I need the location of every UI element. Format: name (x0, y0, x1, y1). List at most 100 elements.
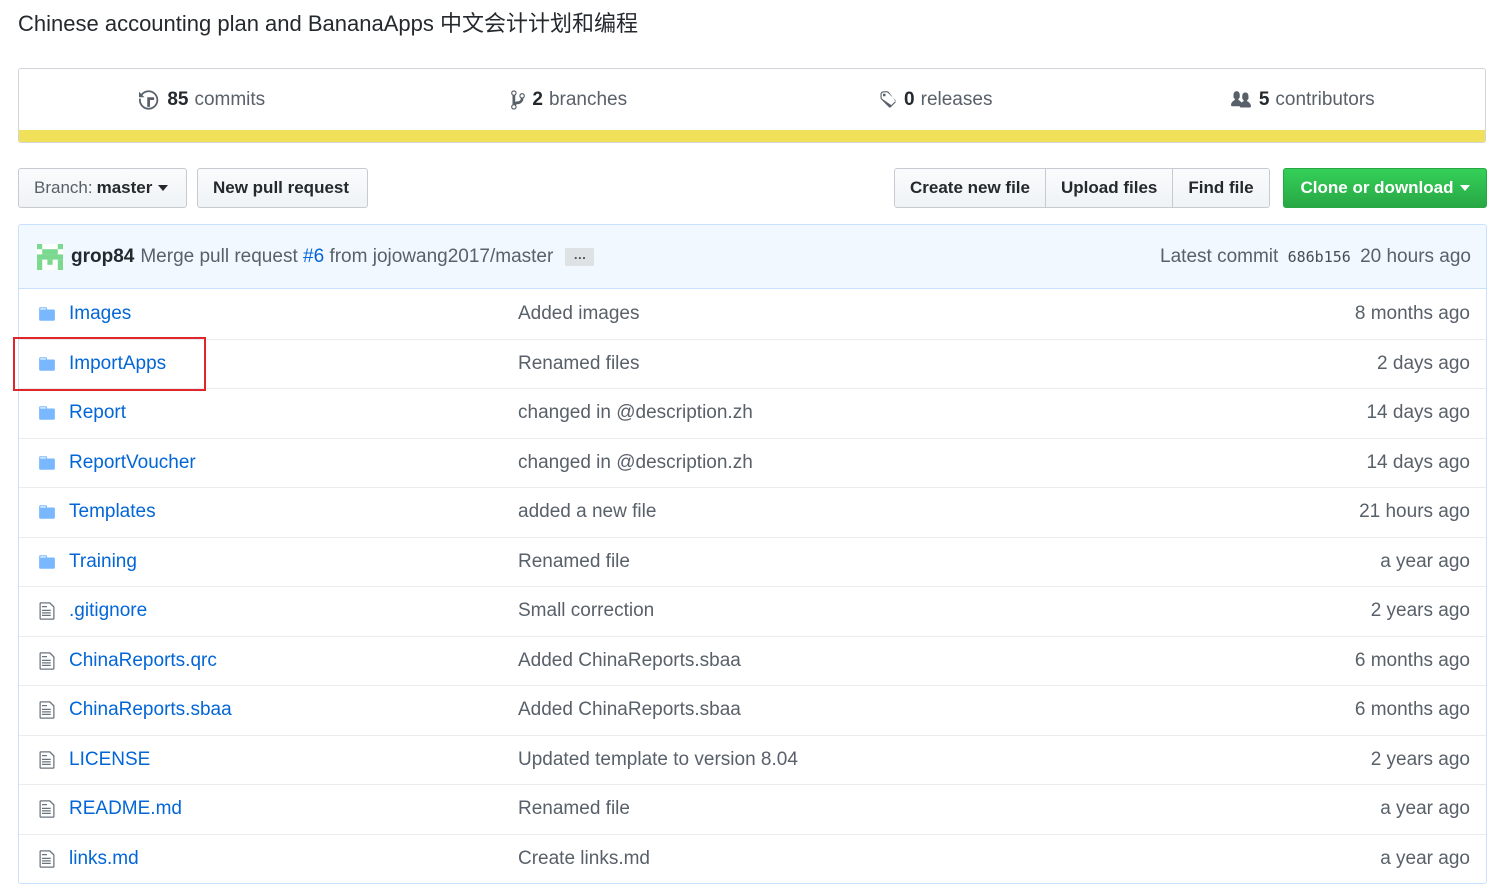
file-commit-message[interactable]: Added images (518, 303, 1250, 325)
chevron-down-icon (158, 185, 169, 191)
file-row: links.md Create links.md a year ago (19, 833, 1486, 884)
expand-commit-message-button[interactable]: … (565, 247, 595, 266)
clone-or-download-label: Clone or download (1300, 178, 1454, 197)
file-icon (19, 849, 69, 869)
file-name-link[interactable]: Report (69, 402, 518, 424)
file-row: ChinaReports.qrc Added ChinaReports.sbaa 6… (19, 635, 1486, 686)
file-commit-message[interactable]: Renamed files (518, 353, 1250, 375)
commit-sha-link[interactable]: 686b156 (1288, 248, 1351, 266)
tag-icon (880, 91, 896, 108)
history-icon (139, 90, 159, 110)
file-list: Images Added images 8 months ago ImportApp… (19, 289, 1486, 883)
releases-count: 0 (904, 89, 915, 110)
file-name-link[interactable]: ChinaReports.qrc (69, 650, 518, 672)
chevron-down-icon (1459, 185, 1470, 191)
file-row: README.md Renamed file a year ago (19, 784, 1486, 834)
file-row: ReportVoucher changed in @description.zh 1… (19, 437, 1486, 488)
commit-author-link[interactable]: grop84 (71, 246, 134, 268)
pull-request-link[interactable]: #6 (303, 246, 324, 267)
folder-icon (19, 404, 69, 422)
file-commit-message[interactable]: added a new file (518, 501, 1250, 523)
file-age: a year ago (1380, 847, 1470, 869)
contributors-link[interactable]: 5 contributors (1119, 69, 1486, 131)
branch-icon (511, 90, 526, 110)
file-name-link[interactable]: Images (69, 303, 518, 325)
file-commit-message[interactable]: Create links.md (518, 848, 1250, 870)
people-icon (1230, 91, 1251, 108)
commits-label: commits (194, 89, 266, 110)
file-commit-message[interactable]: changed in @description.zh (518, 402, 1250, 424)
file-row: ImportApps Renamed files 2 days ago (19, 338, 1486, 389)
find-file-button[interactable]: Find file (1173, 169, 1269, 207)
file-name-link[interactable]: README.md (69, 798, 518, 820)
file-age: a year ago (1380, 798, 1470, 820)
file-age: 21 hours ago (1359, 501, 1470, 523)
file-name-link[interactable]: links.md (69, 848, 518, 870)
branches-link[interactable]: 2 branches (386, 69, 753, 131)
file-commit-message[interactable]: Renamed file (518, 551, 1250, 573)
file-commit-message[interactable]: Small correction (518, 600, 1250, 622)
upload-files-button[interactable]: Upload files (1046, 169, 1174, 207)
file-row: ChinaReports.sbaa Added ChinaReports.sbaa… (19, 685, 1486, 735)
file-navigation-table: grop84 Merge pull request #6 from jojowa… (18, 224, 1487, 884)
file-age: 2 years ago (1370, 600, 1470, 622)
file-age: 2 years ago (1370, 748, 1470, 770)
commit-message-prefix[interactable]: Merge pull request (140, 246, 297, 267)
file-commit-message[interactable]: changed in @description.zh (518, 452, 1250, 474)
commit-age: 20 hours ago (1360, 245, 1471, 267)
folder-icon (19, 305, 69, 323)
file-commit-message[interactable]: Added ChinaReports.sbaa (518, 699, 1250, 721)
contributors-label: contributors (1275, 89, 1375, 110)
file-age: 14 days ago (1366, 451, 1470, 473)
file-actions-group: Create new file Upload files Find file (894, 168, 1270, 208)
file-age: 8 months ago (1354, 302, 1470, 324)
file-icon (19, 601, 69, 621)
branch-select-button[interactable]: Branch: master (18, 168, 187, 208)
file-row: .gitignore Small correction 2 years ago (19, 586, 1486, 636)
folder-icon (19, 553, 69, 571)
commits-link[interactable]: 85 commits (19, 69, 386, 131)
commit-message-suffix[interactable]: from jojowang2017/master (329, 246, 553, 267)
file-row: Report changed in @description.zh 14 days … (19, 388, 1486, 438)
commits-count: 85 (167, 89, 189, 110)
file-icon (19, 651, 69, 671)
file-commit-message[interactable]: Renamed file (518, 798, 1250, 820)
file-age: 14 days ago (1366, 402, 1470, 424)
file-commit-message[interactable]: Updated template to version 8.04 (518, 749, 1250, 771)
branches-label: branches (548, 89, 628, 110)
latest-commit-info: Latest commit 686b156 20 hours ago (1160, 246, 1471, 268)
folder-icon (19, 355, 69, 373)
branches-count: 2 (532, 89, 543, 110)
file-age: 2 days ago (1377, 352, 1470, 374)
repo-summary: 85 commits 2 branches 0 releases 5 contr… (18, 68, 1486, 143)
clone-or-download-button[interactable]: Clone or download (1283, 168, 1487, 208)
file-icon (19, 799, 69, 819)
file-name-link[interactable]: Training (69, 551, 518, 573)
avatar[interactable] (37, 243, 63, 270)
file-name-link[interactable]: ImportApps (69, 353, 518, 375)
file-age: 6 months ago (1354, 649, 1470, 671)
file-name-link[interactable]: LICENSE (69, 749, 518, 771)
file-age: a year ago (1380, 550, 1470, 572)
file-row: LICENSE Updated template to version 8.04 2… (19, 734, 1486, 785)
contributors-count: 5 (1258, 89, 1270, 110)
file-icon (19, 750, 69, 770)
create-new-file-button[interactable]: Create new file (895, 169, 1046, 207)
file-name-link[interactable]: ReportVoucher (69, 452, 518, 474)
latest-commit-label: Latest commit (1160, 245, 1279, 267)
folder-icon (19, 503, 69, 521)
branch-name: master (96, 178, 153, 197)
releases-label: releases (920, 89, 993, 110)
file-name-link[interactable]: .gitignore (69, 600, 518, 622)
latest-commit-bar: grop84 Merge pull request #6 from jojowa… (19, 225, 1486, 289)
new-pull-request-button[interactable]: New pull request (197, 168, 368, 208)
repo-description: Chinese accounting plan and BananaApps 中… (18, 11, 638, 36)
branch-prefix: Branch: (34, 178, 93, 197)
file-icon (19, 700, 69, 720)
releases-link[interactable]: 0 releases (752, 69, 1119, 131)
file-name-link[interactable]: ChinaReports.sbaa (69, 699, 518, 721)
file-commit-message[interactable]: Added ChinaReports.sbaa (518, 650, 1250, 672)
folder-icon (19, 454, 69, 472)
file-name-link[interactable]: Templates (69, 501, 518, 523)
language-bar[interactable] (19, 130, 1485, 142)
